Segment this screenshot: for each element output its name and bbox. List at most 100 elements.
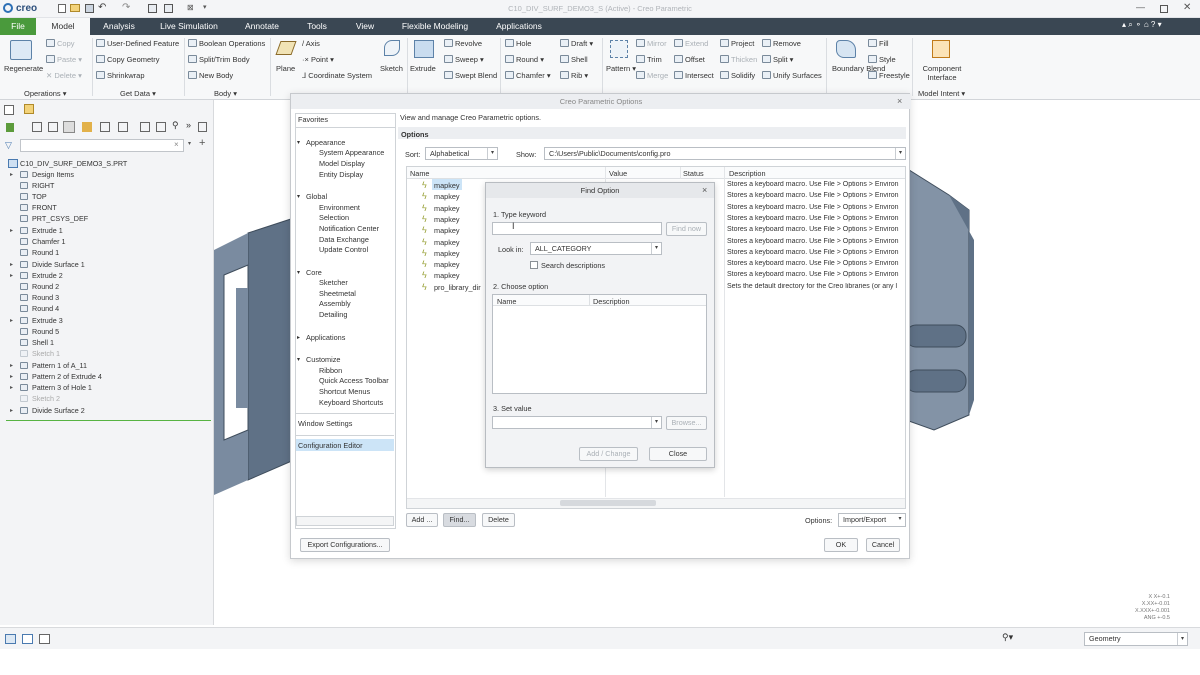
option-row-description[interactable]: Stores a keyboard macro. Use File > Opti… [727, 238, 907, 245]
nav-notification-center[interactable]: Notification Center [319, 224, 379, 234]
option-row-name[interactable]: mapkey [434, 226, 460, 235]
tree-item-round-5[interactable]: Round 5 [32, 327, 59, 337]
tree-expand-icon[interactable] [140, 122, 150, 132]
nav-configuration-editor[interactable]: Configuration Editor [298, 441, 363, 451]
extend-button[interactable]: Extend [674, 39, 708, 49]
help-icons[interactable]: ▴ ⌕ ⚬ ⌂ ? ▾ [1122, 20, 1162, 30]
nav-keyboard-shortcuts[interactable]: Keyboard Shortcuts [319, 398, 383, 408]
udf-button[interactable]: User-Defined Feature [96, 39, 179, 49]
dialog-close-icon[interactable]: × [897, 96, 902, 106]
component-interface-button[interactable]: Component Interface [922, 64, 962, 82]
table-horizontal-scrollbar[interactable] [407, 498, 905, 508]
option-row-description[interactable]: Sets the default directory for the Creo … [727, 283, 907, 290]
tab-file[interactable]: File [0, 18, 36, 35]
tree-item-front[interactable]: FRONT [32, 203, 57, 213]
minimize-button[interactable]: — [1136, 2, 1145, 12]
full-screen-icon[interactable] [39, 634, 50, 644]
option-row-description[interactable]: Stores a keyboard macro. Use File > Opti… [727, 260, 907, 267]
expand-arrow-icon[interactable]: ▸ [10, 261, 13, 268]
import-export-menu[interactable]: Import/Export ▾ [838, 513, 906, 527]
option-row-name[interactable]: mapkey [434, 271, 460, 280]
nav-selection[interactable]: Selection [319, 213, 349, 223]
expand-arrow-icon[interactable]: ▸ [10, 272, 13, 279]
new-body-button[interactable]: New Body [188, 71, 233, 81]
add-option-button[interactable]: Add ... [406, 513, 438, 527]
tab-annotate[interactable]: Annotate [236, 18, 288, 35]
tab-applications[interactable]: Applications [488, 18, 550, 35]
expand-arrow-icon[interactable]: ▸ [10, 407, 13, 414]
delete-option-button[interactable]: Delete [482, 513, 515, 527]
mirror-button[interactable]: Mirror [636, 39, 667, 49]
option-row-description[interactable]: Stores a keyboard macro. Use File > Opti… [727, 271, 907, 278]
hole-button[interactable]: Hole [505, 39, 531, 49]
revolve-button[interactable]: Revolve [444, 39, 482, 49]
nav-detailing[interactable]: Detailing [319, 310, 347, 320]
export-configurations-button[interactable]: Export Configurations... [300, 538, 390, 552]
nav-sketcher[interactable]: Sketcher [319, 278, 348, 288]
results-column-description[interactable]: Description [593, 297, 630, 306]
freestyle-button[interactable]: Freestyle [868, 71, 910, 81]
expand-arrow-icon[interactable]: ▸ [297, 333, 300, 343]
tree-item-sketch-2[interactable]: Sketch 2 [32, 394, 60, 404]
export-tree-icon[interactable] [198, 122, 207, 132]
tree-item-design-items[interactable]: Design Items [32, 170, 74, 180]
tab-model[interactable]: Model [36, 18, 90, 35]
tree-collapse-icon[interactable] [156, 122, 166, 132]
nav-system-appearance[interactable]: System Appearance [319, 148, 384, 158]
tree-item-prt-csys-def[interactable]: PRT_CSYS_DEF [32, 214, 88, 224]
sweep-button[interactable]: Sweep ▾ [444, 55, 484, 65]
option-row-name[interactable]: pro_library_dir [434, 283, 481, 292]
search-descriptions-checkbox[interactable] [530, 261, 538, 269]
find-filter-icon[interactable]: ▽ [5, 140, 12, 151]
collapse-arrow-icon[interactable]: ▾ [297, 192, 300, 202]
expand-arrow-icon[interactable]: ▸ [10, 171, 13, 178]
tree-root[interactable]: C10_DIV_SURF_DEMO3_S.PRT [20, 159, 127, 169]
intersect-button[interactable]: Intersect [674, 71, 714, 81]
sort-select[interactable]: Alphabetical ▾ [425, 147, 498, 160]
coordinate-system-button[interactable]: ⅃ Coordinate System [302, 71, 372, 81]
grid-view-icon[interactable] [48, 122, 58, 132]
tree-columns-icon[interactable] [63, 121, 75, 133]
find-option-button[interactable]: Find... [443, 513, 476, 527]
column-status[interactable]: Status [683, 169, 704, 178]
expand-arrow-icon[interactable]: ▸ [10, 227, 13, 234]
option-row-name[interactable]: mapkey [434, 260, 460, 269]
add-change-button[interactable]: Add / Change [579, 447, 638, 461]
tree-item-pattern-1[interactable]: Pattern 1 of A_11 [32, 361, 87, 371]
tree-item-pattern-3[interactable]: Pattern 3 of Hole 1 [32, 383, 92, 393]
nav-appearance[interactable]: Appearance [306, 138, 345, 148]
axis-button[interactable]: / Axis [302, 39, 320, 49]
solidify-button[interactable]: Solidify [720, 71, 755, 81]
nav-customize[interactable]: Customize [306, 355, 340, 365]
option-row-name[interactable]: mapkey [434, 215, 460, 224]
list-view-icon[interactable] [32, 122, 42, 132]
collapse-arrow-icon[interactable]: ▾ [297, 268, 300, 278]
results-column-name[interactable]: Name [497, 297, 516, 306]
option-results-list[interactable] [492, 294, 707, 394]
regenerate-button[interactable]: Regenerate [4, 64, 43, 74]
option-row-name[interactable]: mapkey [434, 204, 460, 213]
show-browser-icon[interactable] [22, 634, 33, 644]
show-icon[interactable] [100, 122, 110, 132]
tree-item-extrude-3[interactable]: Extrude 3 [32, 316, 63, 326]
cancel-button[interactable]: Cancel [866, 538, 900, 552]
sketch-button[interactable]: Sketch [380, 64, 403, 74]
tree-item-round-4[interactable]: Round 4 [32, 304, 59, 314]
swept-blend-button[interactable]: Swept Blend [444, 71, 497, 81]
find-close-button[interactable]: Close [649, 447, 707, 461]
copy-geometry-button[interactable]: Copy Geometry [96, 55, 160, 65]
filter-select[interactable]: Geometry ▾ [1084, 632, 1188, 646]
scrollbar-thumb[interactable] [560, 500, 656, 506]
option-row-description[interactable]: Stores a keyboard macro. Use File > Opti… [727, 249, 907, 256]
nav-ribbon[interactable]: Ribbon [319, 366, 342, 376]
nav-scrollbar[interactable] [296, 516, 394, 526]
style-button[interactable]: Style [868, 55, 896, 65]
round-button[interactable]: Round ▾ [505, 55, 544, 65]
option-row-name[interactable]: mapkey [434, 181, 460, 190]
offset-button[interactable]: Offset [674, 55, 705, 65]
nav-shortcut-menus[interactable]: Shortcut Menus [319, 387, 370, 397]
collapse-arrow-icon[interactable]: ▾ [297, 138, 300, 148]
trim-button[interactable]: Trim [636, 55, 662, 65]
paste-button[interactable]: Paste ▾ [46, 55, 82, 65]
maximize-button[interactable] [1160, 5, 1168, 13]
